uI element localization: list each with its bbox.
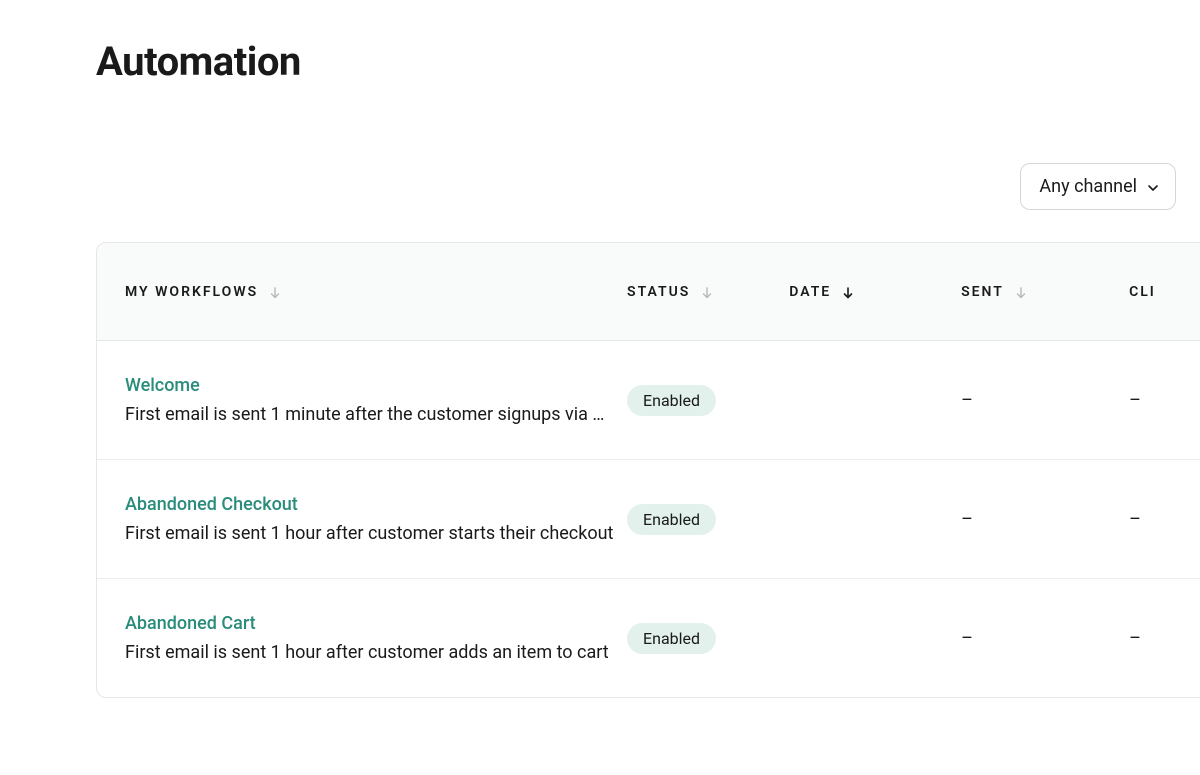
sent-cell: – <box>961 390 1129 411</box>
sort-arrow-down-icon <box>268 285 282 299</box>
chevron-down-icon <box>1147 182 1157 192</box>
click-value: – <box>1129 509 1141 530</box>
filter-bar: Any channel <box>0 85 1200 210</box>
click-value: – <box>1129 390 1141 411</box>
status-badge: Enabled <box>627 504 716 535</box>
column-header-status-label: Status <box>627 284 690 300</box>
workflow-name-link[interactable]: Abandoned Cart <box>125 613 256 634</box>
sent-value: – <box>961 628 973 649</box>
status-cell: Enabled <box>627 385 789 416</box>
status-badge: Enabled <box>627 385 716 416</box>
column-header-workflows[interactable]: My Workflows <box>125 284 627 300</box>
column-header-workflows-label: My Workflows <box>125 284 258 300</box>
table-row: Welcome First email is sent 1 minute aft… <box>97 341 1200 460</box>
sent-cell: – <box>961 628 1129 649</box>
table-row: Abandoned Checkout First email is sent 1… <box>97 460 1200 579</box>
workflow-description: First email is sent 1 hour after custome… <box>125 523 625 544</box>
sort-arrow-down-icon <box>700 285 714 299</box>
workflow-cell: Welcome First email is sent 1 minute aft… <box>125 375 627 425</box>
column-header-sent[interactable]: Sent <box>961 284 1129 300</box>
click-cell: – <box>1129 628 1187 649</box>
workflow-name-link[interactable]: Abandoned Checkout <box>125 494 298 515</box>
workflow-name-link[interactable]: Welcome <box>125 375 200 396</box>
column-header-click-label: CLI <box>1129 284 1156 300</box>
table-header-row: My Workflows Status Date Sent CLI <box>97 243 1200 341</box>
workflows-table: My Workflows Status Date Sent CLI <box>96 242 1200 698</box>
column-header-date-label: Date <box>789 284 831 300</box>
table-body: Welcome First email is sent 1 minute aft… <box>97 341 1200 697</box>
page-title: Automation <box>0 0 1200 85</box>
status-badge: Enabled <box>627 623 716 654</box>
sent-value: – <box>961 390 973 411</box>
table-row: Abandoned Cart First email is sent 1 hou… <box>97 579 1200 697</box>
sort-arrow-down-icon <box>841 285 855 299</box>
sent-value: – <box>961 509 973 530</box>
column-header-click[interactable]: CLI <box>1129 284 1187 300</box>
column-header-sent-label: Sent <box>961 284 1004 300</box>
click-cell: – <box>1129 390 1187 411</box>
sort-arrow-down-icon <box>1014 285 1028 299</box>
status-cell: Enabled <box>627 504 789 535</box>
channel-filter-label: Any channel <box>1039 176 1137 197</box>
sent-cell: – <box>961 509 1129 530</box>
workflow-cell: Abandoned Cart First email is sent 1 hou… <box>125 613 627 663</box>
column-header-date[interactable]: Date <box>789 284 961 300</box>
channel-filter-dropdown[interactable]: Any channel <box>1020 163 1176 210</box>
workflow-description: First email is sent 1 hour after custome… <box>125 642 625 663</box>
click-value: – <box>1129 628 1141 649</box>
workflow-description: First email is sent 1 minute after the c… <box>125 404 625 425</box>
column-header-status[interactable]: Status <box>627 284 789 300</box>
click-cell: – <box>1129 509 1187 530</box>
status-cell: Enabled <box>627 623 789 654</box>
workflow-cell: Abandoned Checkout First email is sent 1… <box>125 494 627 544</box>
